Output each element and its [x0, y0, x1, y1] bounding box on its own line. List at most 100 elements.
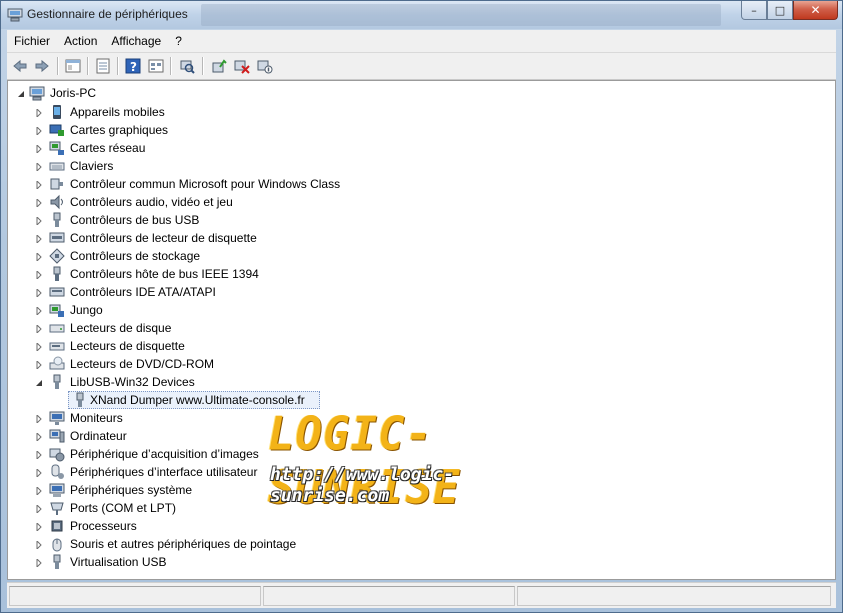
expand-toggle-peripheriques-d-interface-utilisateur[interactable]	[34, 468, 43, 477]
menu-fichier[interactable]: Fichier	[7, 30, 57, 52]
expand-toggle-jungo[interactable]	[34, 306, 43, 315]
category-label-appareils-mobiles[interactable]: Appareils mobiles	[70, 104, 165, 120]
expand-toggle-ordinateur[interactable]	[34, 432, 43, 441]
category-label-peripheriques-d-interface-utilisateur[interactable]: Périphériques d’interface utilisateur	[70, 464, 257, 480]
expand-toggle-processeurs[interactable]	[34, 522, 43, 531]
tree-category-row[interactable]: Lecteurs de disque	[8, 319, 828, 337]
expand-toggle-lecteurs-de-dvd-cd-rom[interactable]	[34, 360, 43, 369]
category-label-controleurs-de-bus-usb[interactable]: Contrôleurs de bus USB	[70, 212, 199, 228]
tree-category-row[interactable]: Cartes graphiques	[8, 121, 828, 139]
category-label-ordinateur[interactable]: Ordinateur	[70, 428, 127, 444]
title-bar[interactable]: Gestionnaire de périphériques – □ ✕	[1, 1, 842, 29]
tree-category-row[interactable]: Cartes réseau	[8, 139, 828, 157]
category-label-cartes-graphiques[interactable]: Cartes graphiques	[70, 122, 168, 138]
collapsed-arrow-icon	[36, 108, 42, 117]
tree-category-row[interactable]: Jungo	[8, 301, 828, 319]
expand-toggle-libusb-win32-devices[interactable]	[34, 378, 43, 387]
collapsed-arrow-icon	[36, 468, 42, 477]
category-label-libusb-win32-devices[interactable]: LibUSB-Win32 Devices	[70, 374, 195, 390]
menu-action[interactable]: Action	[57, 30, 104, 52]
minimize-button[interactable]: –	[741, 1, 767, 20]
help-button[interactable]: ?	[123, 56, 143, 76]
category-label-lecteurs-de-disque[interactable]: Lecteurs de disque	[70, 320, 171, 336]
expand-toggle-virtualisation-usb[interactable]	[34, 558, 43, 567]
root-collapse-toggle[interactable]	[16, 89, 25, 98]
expand-toggle-controleurs-ide-ata-atapi[interactable]	[34, 288, 43, 297]
tree-category-row[interactable]: Claviers	[8, 157, 828, 175]
view-button[interactable]	[146, 56, 166, 76]
close-button[interactable]: ✕	[793, 1, 838, 20]
tree-category-row[interactable]: Contrôleurs de bus USB	[8, 211, 828, 229]
category-label-claviers[interactable]: Claviers	[70, 158, 113, 174]
category-label-virtualisation-usb[interactable]: Virtualisation USB	[70, 554, 167, 570]
collapsed-arrow-icon	[36, 450, 42, 459]
expand-toggle-controleur-commun-microsoft-pour-windows-class[interactable]	[34, 180, 43, 189]
expand-toggle-controleurs-audio-video-et-jeu[interactable]	[34, 198, 43, 207]
category-label-cartes-reseau[interactable]: Cartes réseau	[70, 140, 145, 156]
menu-help[interactable]: ?	[168, 30, 189, 52]
device-label-xnand-dumper-www-ultimate-console-fr[interactable]: XNand Dumper www.Ultimate-console.fr	[90, 392, 305, 408]
tree-category-row[interactable]: Contrôleurs hôte de bus IEEE 1394	[8, 265, 828, 283]
category-label-jungo[interactable]: Jungo	[70, 302, 103, 318]
category-label-controleurs-de-stockage[interactable]: Contrôleurs de stockage	[70, 248, 200, 264]
properties-button[interactable]	[93, 56, 113, 76]
disable-button[interactable]	[255, 56, 275, 76]
category-label-processeurs[interactable]: Processeurs	[70, 518, 137, 534]
expand-toggle-cartes-reseau[interactable]	[34, 144, 43, 153]
back-button[interactable]	[10, 56, 30, 76]
expand-toggle-peripherique-d-acquisition-d-images[interactable]	[34, 450, 43, 459]
tree-category-row[interactable]: Virtualisation USB	[8, 553, 828, 571]
tree-category-row[interactable]: Processeurs	[8, 517, 828, 535]
collapsed-arrow-icon	[36, 162, 42, 171]
expand-toggle-peripheriques-systeme[interactable]	[34, 486, 43, 495]
expand-toggle-ports-com-et-lpt[interactable]	[34, 504, 43, 513]
category-label-controleur-commun-microsoft-pour-windows-class[interactable]: Contrôleur commun Microsoft pour Windows…	[70, 176, 340, 192]
expand-toggle-cartes-graphiques[interactable]	[34, 126, 43, 135]
category-label-souris-et-autres-peripheriques-de-pointage[interactable]: Souris et autres périphériques de pointa…	[70, 536, 296, 552]
category-label-ports-com-et-lpt[interactable]: Ports (COM et LPT)	[70, 500, 176, 516]
tree-child-row[interactable]: XNand Dumper www.Ultimate-console.fr	[8, 391, 828, 409]
scan-hardware-icon	[180, 60, 195, 74]
uninstall-button[interactable]	[232, 56, 252, 76]
category-label-moniteurs[interactable]: Moniteurs	[70, 410, 123, 426]
display-adapter-icon	[49, 124, 64, 136]
category-label-controleurs-ide-ata-atapi[interactable]: Contrôleurs IDE ATA/ATAPI	[70, 284, 216, 300]
category-label-peripheriques-systeme[interactable]: Périphériques système	[70, 482, 192, 498]
expand-toggle-controleurs-de-bus-usb[interactable]	[34, 216, 43, 225]
expand-toggle-appareils-mobiles[interactable]	[34, 108, 43, 117]
expand-toggle-souris-et-autres-peripheriques-de-pointage[interactable]	[34, 540, 43, 549]
expand-toggle-lecteurs-de-disquette[interactable]	[34, 342, 43, 351]
category-label-lecteurs-de-dvd-cd-rom[interactable]: Lecteurs de DVD/CD-ROM	[70, 356, 214, 372]
tree-category-row[interactable]: Contrôleur commun Microsoft pour Windows…	[8, 175, 828, 193]
tree-category-row[interactable]: Contrôleurs audio, vidéo et jeu	[8, 193, 828, 211]
device-tree[interactable]: Joris-PC Appareils mobiles Cartes graphiq…	[7, 80, 836, 580]
category-label-controleurs-audio-video-et-jeu[interactable]: Contrôleurs audio, vidéo et jeu	[70, 194, 233, 210]
expand-toggle-controleurs-de-lecteur-de-disquette[interactable]	[34, 234, 43, 243]
category-label-controleurs-hote-de-bus-ieee-1394[interactable]: Contrôleurs hôte de bus IEEE 1394	[70, 266, 259, 282]
root-computer-name[interactable]: Joris-PC	[50, 85, 96, 101]
tree-category-row[interactable]: Contrôleurs de lecteur de disquette	[8, 229, 828, 247]
category-label-controleurs-de-lecteur-de-disquette[interactable]: Contrôleurs de lecteur de disquette	[70, 230, 257, 246]
category-label-peripherique-d-acquisition-d-images[interactable]: Périphérique d’acquisition d’images	[70, 446, 259, 462]
category-label-lecteurs-de-disquette[interactable]: Lecteurs de disquette	[70, 338, 185, 354]
mouse-icon	[52, 538, 62, 552]
show-hide-tree-icon	[65, 59, 81, 73]
expand-toggle-lecteurs-de-disque[interactable]	[34, 324, 43, 333]
forward-button[interactable]	[32, 56, 52, 76]
expand-toggle-controleurs-hote-de-bus-ieee-1394[interactable]	[34, 270, 43, 279]
show-hide-tree-button[interactable]	[63, 56, 83, 76]
tree-category-row[interactable]: Lecteurs de DVD/CD-ROM	[8, 355, 828, 373]
menu-affichage[interactable]: Affichage	[104, 30, 168, 52]
expand-toggle-claviers[interactable]	[34, 162, 43, 171]
tree-category-row[interactable]: Contrôleurs de stockage	[8, 247, 828, 265]
maximize-button[interactable]: □	[767, 1, 793, 20]
tree-category-row[interactable]: Lecteurs de disquette	[8, 337, 828, 355]
tree-category-row[interactable]: Souris et autres périphériques de pointa…	[8, 535, 828, 553]
tree-category-row[interactable]: LibUSB-Win32 Devices	[8, 373, 828, 391]
tree-category-row[interactable]: Contrôleurs IDE ATA/ATAPI	[8, 283, 828, 301]
scan-hardware-button[interactable]	[177, 56, 197, 76]
tree-category-row[interactable]: Appareils mobiles	[8, 103, 828, 121]
expand-toggle-controleurs-de-stockage[interactable]	[34, 252, 43, 261]
expand-toggle-moniteurs[interactable]	[34, 414, 43, 423]
update-driver-button[interactable]	[209, 56, 229, 76]
